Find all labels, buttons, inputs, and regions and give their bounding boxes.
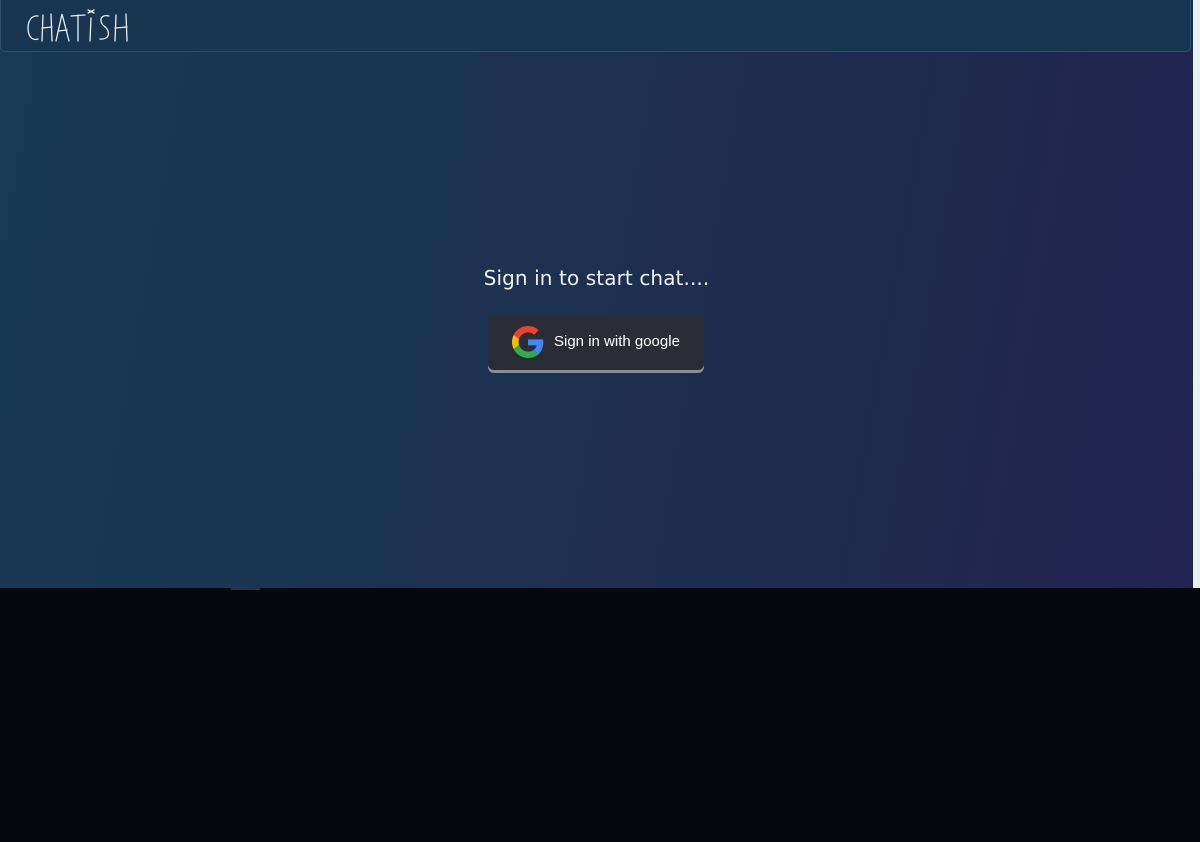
signin-headline: Sign in to start chat....: [483, 266, 710, 290]
google-signin-button[interactable]: Sign in with google: [488, 315, 704, 370]
scrollbar-track[interactable]: [1193, 0, 1200, 588]
signin-hero: Sign in to start chat.... Sign in with g…: [0, 0, 1193, 588]
google-signin-label: Sign in with google: [554, 333, 680, 350]
app-viewport: CHATISH Sign in to start chat.... Sign i…: [0, 0, 1193, 588]
google-g-icon: [512, 326, 544, 358]
empty-lower-area: [0, 588, 1200, 842]
divider-mark: [231, 588, 260, 590]
